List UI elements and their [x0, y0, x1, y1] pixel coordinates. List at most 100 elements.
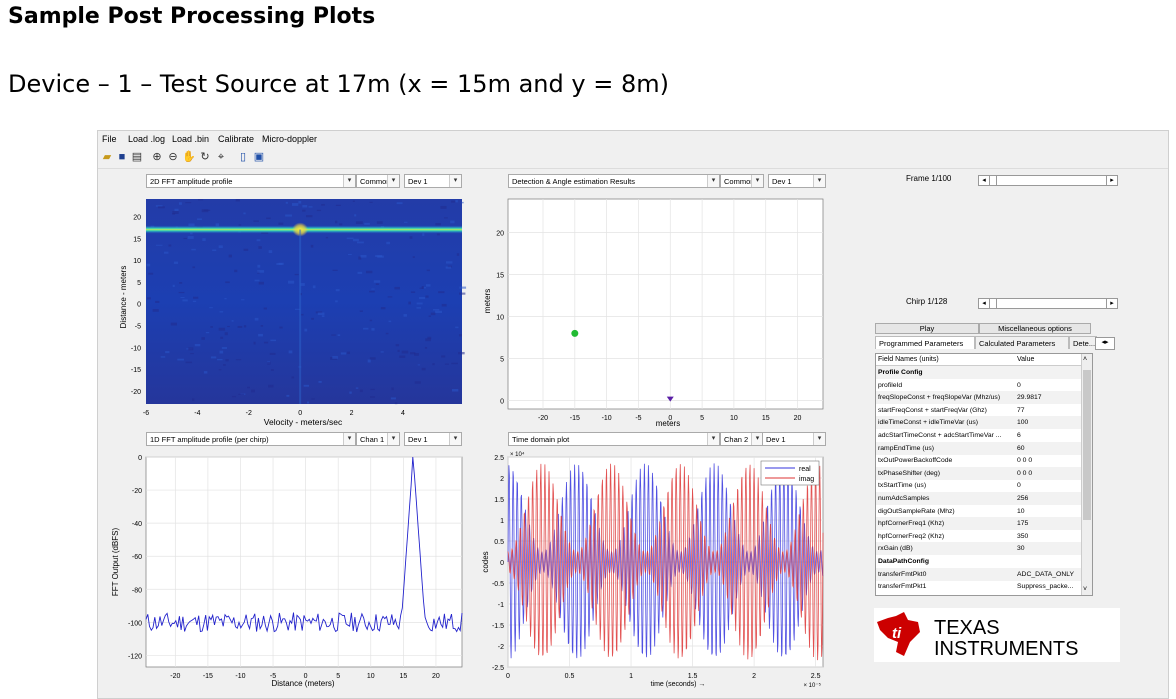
plot2-mode-select[interactable]: Common ▾: [720, 174, 764, 188]
table-row[interactable]: rampEndTime (us) 60: [876, 441, 1082, 455]
pan-icon[interactable]: ✋: [182, 150, 196, 164]
heatmap-noise-cell: [441, 355, 446, 358]
plot4-channel-select[interactable]: Chan 2 ▾: [720, 432, 764, 446]
table-row[interactable]: rxGain (dB) 30: [876, 542, 1082, 556]
menu-micro-doppler[interactable]: Micro-doppler: [262, 134, 317, 144]
mmwave-post-processing-window: File Load .log Load .bin Calibrate Micro…: [97, 130, 1169, 699]
table-row[interactable]: profileId 0: [876, 379, 1082, 392]
plot3-channel-select[interactable]: Chan 1 ▾: [356, 432, 400, 446]
heatmap-noise-cell: [247, 386, 250, 389]
scroll-up-icon[interactable]: ˄: [1083, 356, 1087, 363]
save-icon[interactable]: ■: [115, 150, 129, 164]
heatmap-noise-cell: [210, 356, 217, 359]
heatmap-noise-cell: [408, 301, 411, 305]
heatmap-noise-cell: [298, 200, 302, 204]
table-row[interactable]: Profile Config: [876, 366, 1082, 379]
chirp-slider[interactable]: ◂ ▸: [978, 298, 1118, 309]
heatmap-noise-cell: [435, 223, 441, 226]
plot3-device-select[interactable]: Dev 1 ▾: [404, 432, 462, 446]
menu-load-bin[interactable]: Load .bin: [172, 134, 209, 144]
rotate-icon[interactable]: ↻: [198, 150, 212, 164]
table-row[interactable]: numAdcSamples 256: [876, 492, 1082, 505]
tab-programmed-parameters[interactable]: Programmed Parameters: [875, 336, 975, 349]
plot3-select[interactable]: 1D FFT amplitude profile (per chirp) ▾: [146, 432, 356, 446]
data-cursor-icon[interactable]: ⌖: [214, 150, 228, 164]
slider-thumb[interactable]: [990, 299, 997, 308]
scroll-thumb[interactable]: [1083, 370, 1091, 520]
miscellaneous-options-button[interactable]: Miscellaneous options: [979, 323, 1091, 334]
fft-x-tick: 15: [399, 673, 407, 680]
heatmap-noise-cell: [160, 356, 166, 358]
heatmap-noise-cell: [203, 209, 211, 211]
open-icon[interactable]: ▰: [100, 150, 114, 164]
table-row[interactable]: hpfCornerFreq2 (Khz) 350: [876, 530, 1082, 543]
table-row[interactable]: idleTimeConst + idleTimeVar (us) 100: [876, 416, 1082, 430]
slider-thumb[interactable]: [990, 176, 997, 185]
zoom-in-icon[interactable]: ⊕: [150, 150, 164, 164]
table-scrollbar[interactable]: ˄ ˅: [1081, 354, 1092, 595]
play-button[interactable]: Play: [875, 323, 979, 334]
plot1-device-select[interactable]: Dev 1 ▾: [404, 174, 462, 188]
heatmap-y-tick: 15: [133, 236, 141, 243]
slider-right-icon[interactable]: ▸: [1106, 176, 1117, 185]
heatmap-noise-cell: [185, 361, 193, 364]
scroll-down-icon[interactable]: ˅: [1083, 586, 1087, 593]
slider-left-icon[interactable]: ◂: [979, 176, 990, 185]
slider-left-icon[interactable]: ◂: [979, 299, 990, 308]
menu-load-log[interactable]: Load .log: [128, 134, 165, 144]
legend-icon[interactable]: ▣: [252, 150, 266, 164]
heatmap-noise-cell: [209, 307, 213, 309]
plot4-select[interactable]: Time domain plot ▾: [508, 432, 720, 446]
heatmap-noise-cell: [332, 356, 338, 359]
table-row[interactable]: DataPathConfig: [876, 555, 1082, 568]
heatmap-noise-cell: [376, 221, 383, 224]
chevron-down-icon: ▾: [343, 433, 355, 445]
heatmap-noise-cell: [445, 266, 452, 269]
print-icon[interactable]: ▤: [130, 150, 144, 164]
table-row[interactable]: freqSlopeConst + freqSlopeVar (Mhz/us) 29…: [876, 391, 1082, 405]
heatmap-noise-cell: [311, 398, 315, 400]
slider-right-icon[interactable]: ▸: [1106, 299, 1117, 308]
heatmap-xlabel: Velocity - meters/sec: [264, 417, 343, 427]
table-row[interactable]: txPhaseShifter (deg) 0 0 0: [876, 466, 1082, 480]
table-row[interactable]: hpfCornerFreq1 (Khz) 175: [876, 517, 1082, 531]
zoom-out-icon[interactable]: ⊖: [166, 150, 180, 164]
tab-scroll-arrows-icon[interactable]: ◂▸: [1095, 337, 1115, 350]
table-row[interactable]: txStartTime (us) 0: [876, 479, 1082, 492]
plot4-device-select[interactable]: Dev 1 ▾: [762, 432, 826, 446]
plot2-device-select[interactable]: Dev 1 ▾: [768, 174, 826, 188]
heatmap-noise-cell: [321, 315, 325, 318]
table-row[interactable]: txOutPowerBackoffCode 0 0 0: [876, 454, 1082, 467]
time-x-tick: 1.5: [688, 673, 698, 680]
table-row[interactable]: digOutSampleRate (Mhz) 10: [876, 505, 1082, 518]
fft-x-tick: -15: [203, 673, 213, 680]
heatmap-noise-cell: [269, 352, 276, 355]
field-value: 60: [1017, 444, 1025, 452]
colorbar-icon[interactable]: ▯: [236, 150, 250, 164]
table-row[interactable]: startFreqConst + startFreqVar (Ghz) 77: [876, 404, 1082, 417]
time-x-tick: 0: [506, 673, 510, 680]
detected-object-point: [571, 329, 579, 337]
table-row[interactable]: transferFmtPkt0 ADC_DATA_ONLY: [876, 567, 1082, 581]
field-value: 0 0 0: [1017, 469, 1033, 477]
heatmap-noise-cell: [258, 333, 263, 337]
menu-file[interactable]: File: [102, 134, 117, 144]
frame-slider[interactable]: ◂ ▸: [978, 175, 1118, 186]
range-fft-plot: -20 -15 -10 -5 0 5 10 15 200-20-40-60-80-100-120…: [111, 455, 463, 688]
table-row[interactable]: transferFmtPkt1 Suppress_packe...: [876, 580, 1082, 593]
heatmap-noise-cell: [369, 319, 373, 322]
field-value: 6: [1017, 432, 1021, 439]
heatmap-noise-cell: [285, 201, 288, 204]
time-y-tick: 1: [500, 518, 504, 525]
field-name: startFreqConst + startFreqVar (Ghz): [878, 406, 987, 414]
tab-detection[interactable]: Dete...: [1069, 336, 1097, 349]
heatmap-noise-cell: [360, 254, 367, 258]
time-y-tick: 1.5: [494, 497, 504, 504]
heatmap-noise-cell: [325, 236, 329, 239]
tab-calculated-parameters[interactable]: Calculated Parameters: [975, 336, 1069, 349]
plot1-mode-select[interactable]: Common ▾: [356, 174, 400, 188]
menu-calibrate[interactable]: Calibrate: [218, 134, 254, 144]
plot1-select[interactable]: 2D FFT amplitude profile ▾: [146, 174, 356, 188]
table-row[interactable]: adcStartTimeConst + adcStartTimeVar ... 6: [876, 429, 1082, 442]
plot2-select[interactable]: Detection & Angle estimation Results ▾: [508, 174, 720, 188]
